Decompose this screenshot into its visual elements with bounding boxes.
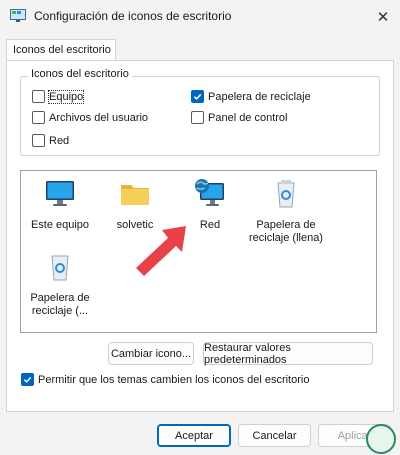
list-item-papelera-llena[interactable]: Papelera de reciclaje (llena) xyxy=(248,177,324,245)
tab-iconos-del-escritorio[interactable]: Iconos del escritorio xyxy=(6,39,116,61)
recycle-bin-empty-icon xyxy=(51,255,69,281)
checkbox-box[interactable] xyxy=(21,373,34,386)
window-title: Configuración de iconos de escritorio xyxy=(34,9,232,23)
list-item-label: Papelera de reciclaje (llena) xyxy=(249,219,323,244)
watermark-logo xyxy=(366,424,396,454)
checkbox-label: Equipo xyxy=(47,89,85,104)
checkbox-permitir-temas[interactable]: Permitir que los temas cambien los icono… xyxy=(21,373,309,386)
checkbox-box[interactable] xyxy=(32,90,45,103)
list-item-label: Este equipo xyxy=(30,219,90,231)
checkmark-icon xyxy=(23,376,32,383)
checkbox-label: Red xyxy=(49,134,70,147)
button-label: Restaurar valores predeterminados xyxy=(204,341,291,366)
tab-label: Iconos del escritorio xyxy=(13,44,111,56)
checkmark-icon xyxy=(193,93,202,100)
restore-defaults-button[interactable]: Restaurar valores predeterminados xyxy=(203,341,373,366)
list-item-este-equipo[interactable]: Este equipo xyxy=(22,177,98,232)
folder-icon xyxy=(121,185,149,205)
title-bar: Configuración de iconos de escritorio ✕ xyxy=(0,0,400,33)
checkbox-box[interactable] xyxy=(32,111,45,124)
checkbox-panel-de-control[interactable]: Panel de control xyxy=(191,111,288,124)
close-icon: ✕ xyxy=(376,8,390,26)
network-globe-icon xyxy=(195,179,224,206)
checkbox-label: Papelera de reciclaje xyxy=(208,90,311,103)
list-item-papelera-vacia[interactable]: Papelera de reciclaje (... xyxy=(22,250,98,318)
checkbox-box[interactable] xyxy=(191,111,204,124)
checkbox-box[interactable] xyxy=(191,90,204,103)
close-button[interactable]: ✕ xyxy=(366,0,400,33)
checkbox-papelera-de-reciclaje[interactable]: Papelera de reciclaje xyxy=(191,90,311,103)
checkbox-label: Panel de control xyxy=(208,111,288,124)
recycle-bin-full-icon xyxy=(277,180,295,208)
checkbox-label: Permitir que los temas cambien los icono… xyxy=(38,373,310,386)
desktop-settings-icon xyxy=(10,9,26,22)
checkbox-label: Archivos del usuario xyxy=(49,111,149,124)
checkbox-archivos-del-usuario[interactable]: Archivos del usuario xyxy=(32,111,148,124)
change-icon-button[interactable]: Cambiar icono... xyxy=(108,342,194,365)
cancel-button[interactable]: Cancelar xyxy=(238,424,311,447)
group-legend: Iconos del escritorio xyxy=(28,68,132,80)
checkbox-box[interactable] xyxy=(32,134,45,147)
list-item-label: Papelera de reciclaje (... xyxy=(30,292,90,317)
accept-button[interactable]: Aceptar xyxy=(157,424,231,447)
button-label: Aceptar xyxy=(175,429,213,442)
red-arrow-annotation xyxy=(136,226,186,276)
button-label: Cambiar icono... xyxy=(110,347,192,360)
checkbox-equipo[interactable]: Equipo xyxy=(32,89,85,104)
checkbox-red[interactable]: Red xyxy=(32,134,69,147)
button-label: Cancelar xyxy=(252,429,297,442)
monitor-icon xyxy=(46,181,74,206)
